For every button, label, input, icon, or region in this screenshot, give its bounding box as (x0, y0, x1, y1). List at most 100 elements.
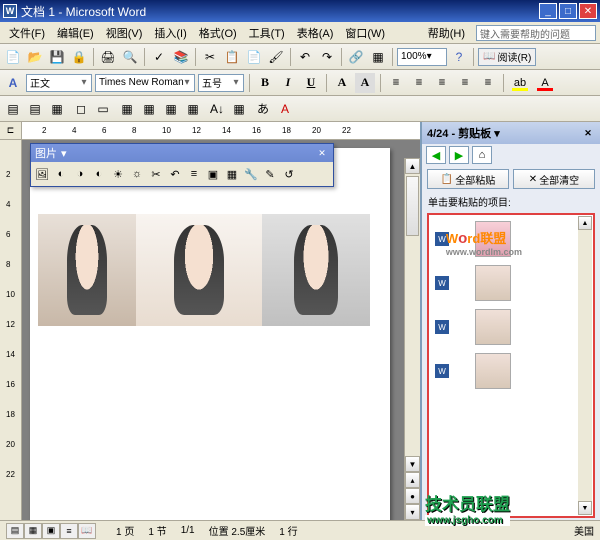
read-view-icon[interactable]: 📖 (78, 523, 96, 539)
nav-home-icon[interactable]: ⌂ (472, 146, 492, 164)
clip-scrollbar[interactable]: ▲ ▼ (578, 216, 592, 515)
picture-floating-toolbar[interactable]: 图片 ▾ ✕ 🖼 ◐ ◑ ◐ ☀ ☼ ✂ ↶ ≡ ▣ ▦ 🔧 (30, 143, 334, 187)
text-wrap-icon[interactable]: ▦ (223, 165, 241, 183)
more-bright-icon[interactable]: ☀ (109, 165, 127, 183)
read-mode-button[interactable]: 📖 阅读(R) (478, 48, 536, 66)
inserted-image-1[interactable] (38, 214, 136, 326)
clear-all-button[interactable]: ✕ 全部清空 (513, 169, 595, 189)
undo-icon[interactable]: ↶ (295, 47, 315, 67)
taskpane-close-icon[interactable]: ✕ (581, 126, 595, 140)
insert-picture-icon[interactable]: 🖼 (33, 165, 51, 183)
clip-scroll-down-icon[interactable]: ▼ (578, 501, 592, 515)
menu-table[interactable]: 表格(A) (292, 23, 339, 43)
next-page-icon[interactable]: ▾ (405, 504, 420, 520)
save-icon[interactable]: 💾 (47, 47, 67, 67)
open-icon[interactable]: 📂 (25, 47, 45, 67)
outline1-icon[interactable]: ▤ (3, 99, 23, 119)
less-contrast-icon[interactable]: ◐ (90, 165, 108, 183)
nav-forward-icon[interactable]: ▶ (449, 146, 469, 164)
vertical-scrollbar[interactable]: ▲ ▼ ▴ ● ▾ (404, 158, 420, 520)
preview-icon[interactable]: 🔍 (120, 47, 140, 67)
clipboard-item[interactable]: W (433, 351, 589, 391)
maximize-button[interactable]: □ (559, 3, 577, 19)
outline3-icon[interactable]: ▦ (47, 99, 67, 119)
outline2-icon[interactable]: ▤ (25, 99, 45, 119)
document-page[interactable] (30, 148, 390, 520)
spellcheck-icon[interactable]: ✓ (149, 47, 169, 67)
align-justify-button[interactable]: ≡ (455, 73, 475, 93)
cut-icon[interactable]: ✂ (200, 47, 220, 67)
prev-page-icon[interactable]: ▴ (405, 472, 420, 488)
browse-object-icon[interactable]: ● (405, 488, 420, 504)
picture-toolbar-dropdown-icon[interactable]: ▾ (61, 147, 67, 160)
print-icon[interactable]: 🖨 (98, 47, 118, 67)
copy-icon[interactable]: 📋 (222, 47, 242, 67)
size-combo[interactable]: 五号▾ (198, 74, 244, 92)
char-icon[interactable]: A (275, 99, 295, 119)
insert-icon[interactable]: ▦ (229, 99, 249, 119)
help-icon[interactable]: ? (449, 47, 469, 67)
menu-view[interactable]: 视图(V) (101, 23, 148, 43)
reset-picture-icon[interactable]: ↺ (280, 165, 298, 183)
scroll-down-icon[interactable]: ▼ (405, 456, 420, 472)
line-style-icon[interactable]: ≡ (185, 165, 203, 183)
tool2-icon[interactable]: ▦ (139, 99, 159, 119)
inserted-image-2[interactable] (136, 214, 262, 326)
scroll-up-icon[interactable]: ▲ (405, 158, 420, 174)
more-contrast-icon[interactable]: ◑ (71, 165, 89, 183)
char-shading-button[interactable]: A (355, 73, 375, 93)
align-center-button[interactable]: ≡ (409, 73, 429, 93)
picture-toolbar-close-icon[interactable]: ✕ (315, 146, 329, 160)
font-color-button[interactable]: A (534, 73, 556, 93)
color-mode-icon[interactable]: ◐ (52, 165, 70, 183)
ime-icon[interactable]: あ (253, 99, 273, 119)
normal-view-icon[interactable]: ▤ (6, 523, 24, 539)
taskpane-dropdown-icon[interactable]: ▾ (494, 127, 500, 140)
less-bright-icon[interactable]: ☼ (128, 165, 146, 183)
menu-format[interactable]: 格式(O) (194, 23, 242, 43)
permission-icon[interactable]: 🔒 (69, 47, 89, 67)
align-right-button[interactable]: ≡ (432, 73, 452, 93)
web-view-icon[interactable]: ▦ (24, 523, 42, 539)
rotate-left-icon[interactable]: ↶ (166, 165, 184, 183)
scroll-thumb[interactable] (406, 176, 419, 236)
bold-button[interactable]: B (255, 73, 275, 93)
outline-view-icon[interactable]: ≡ (60, 523, 78, 539)
transparent-icon[interactable]: ✎ (261, 165, 279, 183)
line-spacing-button[interactable]: ≡ (478, 73, 498, 93)
sort-icon[interactable]: A↓ (207, 99, 227, 119)
format-painter-icon[interactable]: 🖌 (266, 47, 286, 67)
hyperlink-icon[interactable]: 🔗 (346, 47, 366, 67)
menu-file[interactable]: 文件(F) (4, 23, 50, 43)
align-left-button[interactable]: ≡ (386, 73, 406, 93)
menu-insert[interactable]: 插入(I) (149, 23, 191, 43)
char-border-button[interactable]: A (332, 73, 352, 93)
style-combo[interactable]: 正文▾ (26, 74, 92, 92)
close-button[interactable]: ✕ (579, 3, 597, 19)
research-icon[interactable]: 📚 (171, 47, 191, 67)
clipboard-item[interactable]: W (433, 263, 589, 303)
font-combo[interactable]: Times New Roman▾ (95, 74, 195, 92)
clipboard-item[interactable]: W (433, 307, 589, 347)
insert-frame-icon[interactable]: ◻ (71, 99, 91, 119)
insert-text-icon[interactable]: ▭ (93, 99, 113, 119)
format-object-icon[interactable]: 🔧 (242, 165, 260, 183)
paste-icon[interactable]: 📄 (244, 47, 264, 67)
italic-button[interactable]: I (278, 73, 298, 93)
nav-back-icon[interactable]: ◀ (426, 146, 446, 164)
crop-icon[interactable]: ✂ (147, 165, 165, 183)
styles-pane-icon[interactable]: A (3, 73, 23, 93)
vertical-ruler[interactable]: 246810121416182022 (0, 140, 22, 520)
tool3-icon[interactable]: ▦ (161, 99, 181, 119)
tool1-icon[interactable]: ▦ (117, 99, 137, 119)
redo-icon[interactable]: ↷ (317, 47, 337, 67)
minimize-button[interactable]: _ (539, 3, 557, 19)
underline-button[interactable]: U (301, 73, 321, 93)
paste-all-button[interactable]: 📋 全部粘贴 (427, 169, 509, 189)
menu-edit[interactable]: 编辑(E) (52, 23, 99, 43)
horizontal-ruler[interactable]: ⊏ 246810121416182022 (0, 122, 420, 140)
inserted-image-3[interactable] (262, 214, 370, 326)
help-search-input[interactable]: 键入需要帮助的问题 (476, 25, 596, 41)
new-doc-icon[interactable]: 📄 (3, 47, 23, 67)
tool4-icon[interactable]: ▦ (183, 99, 203, 119)
